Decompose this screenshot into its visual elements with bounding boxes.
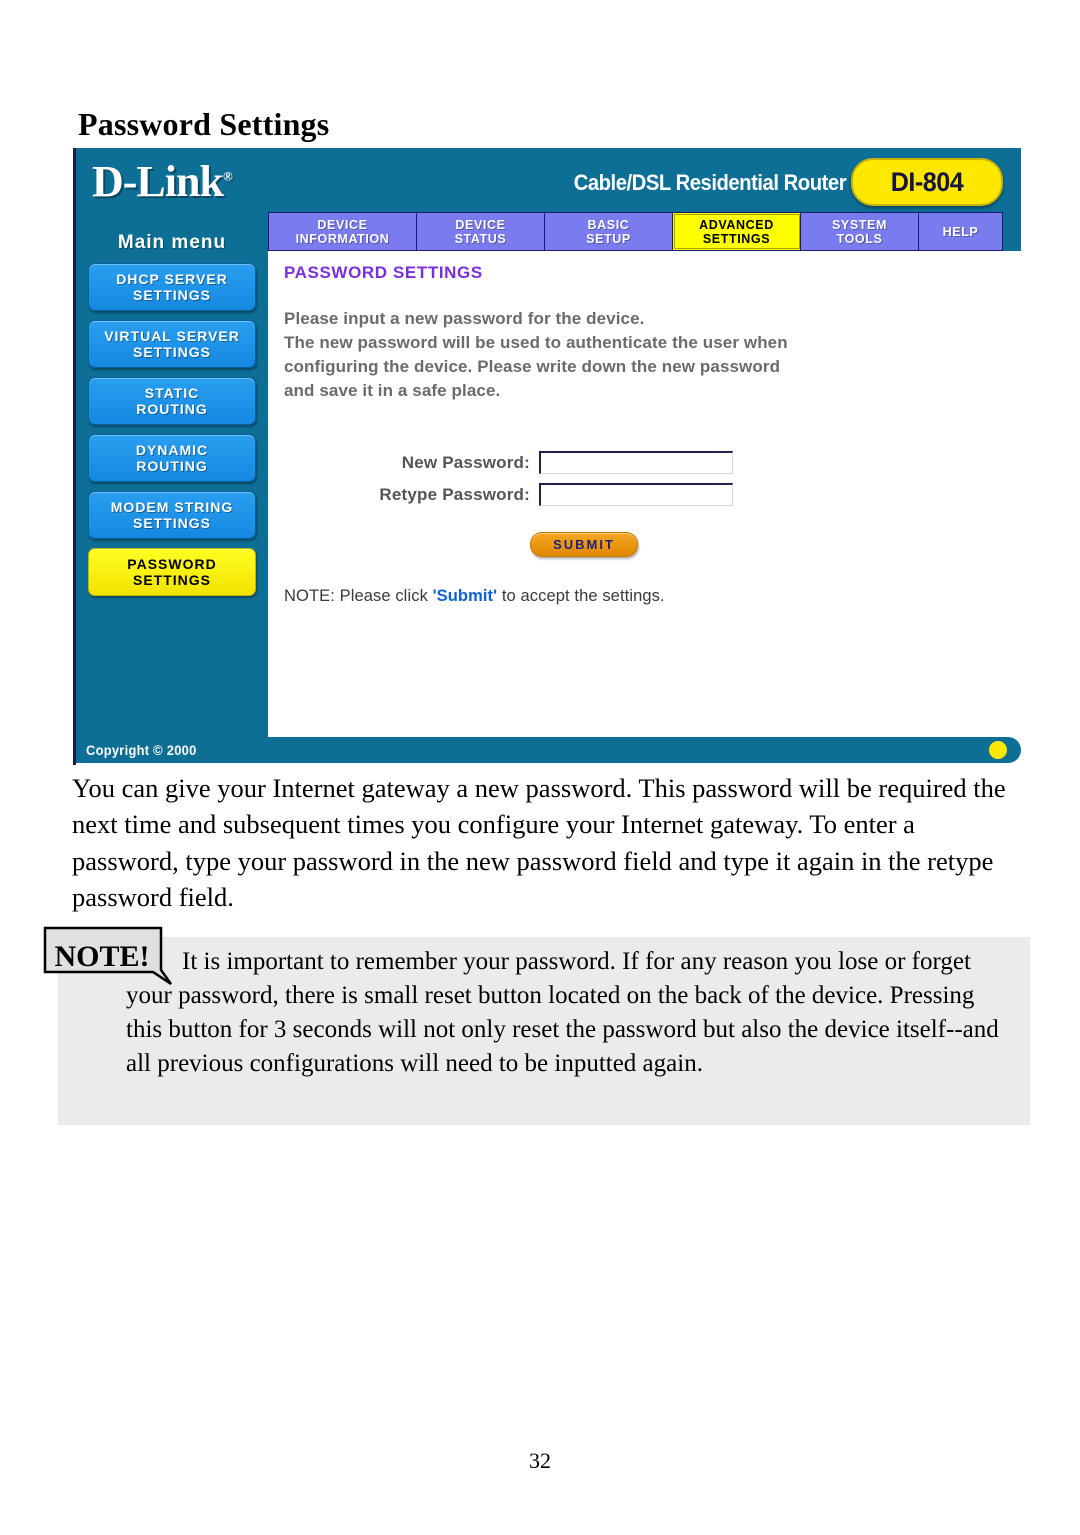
submit-button[interactable]: SUBMIT xyxy=(530,532,638,557)
model-badge-label: DI-804 xyxy=(890,166,964,197)
sidebar-item-label-line1: STATIC xyxy=(144,384,200,401)
tab-label-line2: TOOLS xyxy=(836,231,883,246)
router-footer: Copyright © 2000 xyxy=(76,737,1021,765)
tab-label-line1: HELP xyxy=(942,224,979,239)
tab-label-line2: STATUS xyxy=(454,231,507,246)
router-web-ui-screenshot: D-Link® Cable/DSL Residential Router DI-… xyxy=(73,148,1021,765)
tab-label-line1: SYSTEM xyxy=(832,217,887,232)
sidebar-item-label-line1: PASSWORD xyxy=(127,555,217,572)
tab-label-line2: INFORMATION xyxy=(295,231,390,246)
copyright-text: Copyright © 2000 xyxy=(86,742,197,758)
sidebar-item-virtual-server-settings[interactable]: VIRTUAL SERVER SETTINGS xyxy=(88,320,256,368)
new-password-row: New Password: xyxy=(268,451,1021,474)
sidebar-item-label-line2: SETTINGS xyxy=(132,515,211,531)
form-note-prefix: NOTE: Please click xyxy=(284,587,433,605)
description-line-3: configuring the device. Please write dow… xyxy=(284,357,781,377)
tab-label-line2: SETUP xyxy=(586,231,631,246)
form-note: NOTE: Please click 'Submit' to accept th… xyxy=(268,587,1021,606)
retype-password-row: Retype Password: xyxy=(268,483,1021,506)
sidebar-item-label-line2: ROUTING xyxy=(136,401,208,417)
sidebar-item-label-line2: SETTINGS xyxy=(132,572,211,588)
content-panel: PASSWORD SETTINGS Please input a new pas… xyxy=(268,251,1021,737)
tab-device-status[interactable]: DEVICE STATUS xyxy=(417,213,545,250)
main-tab-bar: DEVICE INFORMATION DEVICE STATUS BASIC S… xyxy=(268,212,1003,251)
sidebar-item-modem-string-settings[interactable]: MODEM STRING SETTINGS xyxy=(88,491,256,539)
description-line-1: Please input a new password for the devi… xyxy=(284,309,645,328)
tab-advanced-settings[interactable]: ADVANCED SETTINGS xyxy=(673,213,801,250)
router-header: D-Link® Cable/DSL Residential Router DI-… xyxy=(76,148,1021,212)
form-note-highlight: 'Submit' xyxy=(432,587,498,605)
tab-help[interactable]: HELP xyxy=(919,213,1002,250)
speech-bubble-icon xyxy=(43,926,173,986)
sidebar-item-dhcp-server-settings[interactable]: DHCP SERVER SETTINGS xyxy=(88,263,256,311)
description-line-2: The new password will be used to authent… xyxy=(284,333,788,353)
content-heading: PASSWORD SETTINGS xyxy=(284,263,483,282)
new-password-label: New Password: xyxy=(401,452,530,472)
sidebar: Main menu DHCP SERVER SETTINGS VIRTUAL S… xyxy=(76,212,268,765)
product-tagline: Cable/DSL Residential Router xyxy=(573,170,847,195)
page-number: 32 xyxy=(529,1448,551,1473)
retype-password-label: Retype Password: xyxy=(379,484,530,504)
note-box-text: It is important to remember your passwor… xyxy=(126,948,999,1077)
sidebar-item-static-routing[interactable]: STATIC ROUTING xyxy=(88,377,256,425)
tab-system-tools[interactable]: SYSTEM TOOLS xyxy=(801,213,919,250)
footer-bar: Copyright © 2000 xyxy=(76,737,1021,763)
sidebar-item-label-line1: DYNAMIC xyxy=(135,441,209,458)
tab-basic-setup[interactable]: BASIC SETUP xyxy=(545,213,673,250)
model-badge: DI-804 xyxy=(851,158,1003,206)
dlink-logo-text: D-Link xyxy=(92,157,224,206)
tab-label-line2: SETTINGS xyxy=(702,231,771,246)
description-line-4: and save it in a safe place. xyxy=(284,381,501,401)
sidebar-item-label-line1: MODEM STRING xyxy=(110,498,234,515)
new-password-input[interactable] xyxy=(539,451,733,474)
retype-password-input[interactable] xyxy=(539,483,733,506)
trademark-symbol: ® xyxy=(222,168,233,184)
tab-device-information[interactable]: DEVICE INFORMATION xyxy=(269,213,417,250)
sidebar-item-label-line2: SETTINGS xyxy=(132,287,211,303)
body-paragraph: You can give your Internet gateway a new… xyxy=(72,773,1006,912)
tab-label-line1: DEVICE xyxy=(317,217,368,232)
dlink-logo: D-Link® xyxy=(92,156,233,207)
status-dot-icon xyxy=(989,741,1007,759)
sidebar-item-label-line1: VIRTUAL SERVER xyxy=(104,327,240,344)
sidebar-item-label-line1: DHCP SERVER xyxy=(116,270,228,287)
sidebar-item-label-line2: SETTINGS xyxy=(132,344,211,360)
sidebar-item-label-line2: ROUTING xyxy=(136,458,208,474)
submit-row: SUBMIT xyxy=(268,532,1021,557)
note-box: It is important to remember your passwor… xyxy=(58,937,1030,1125)
page-title: Password Settings xyxy=(78,106,330,142)
tab-label-line1: DEVICE xyxy=(455,217,506,232)
sidebar-title: Main menu xyxy=(117,232,227,253)
sidebar-item-dynamic-routing[interactable]: DYNAMIC ROUTING xyxy=(88,434,256,482)
sidebar-item-password-settings[interactable]: PASSWORD SETTINGS xyxy=(88,548,256,596)
note-callout-badge: NOTE! xyxy=(43,926,173,986)
content-description: Please input a new password for the devi… xyxy=(284,307,1014,404)
password-form: New Password: Retype Password: SUBMIT NO… xyxy=(268,451,1021,606)
form-note-suffix: to accept the settings. xyxy=(497,587,665,605)
tab-label-line1: ADVANCED xyxy=(699,217,774,232)
tab-label-line1: BASIC xyxy=(587,217,630,232)
